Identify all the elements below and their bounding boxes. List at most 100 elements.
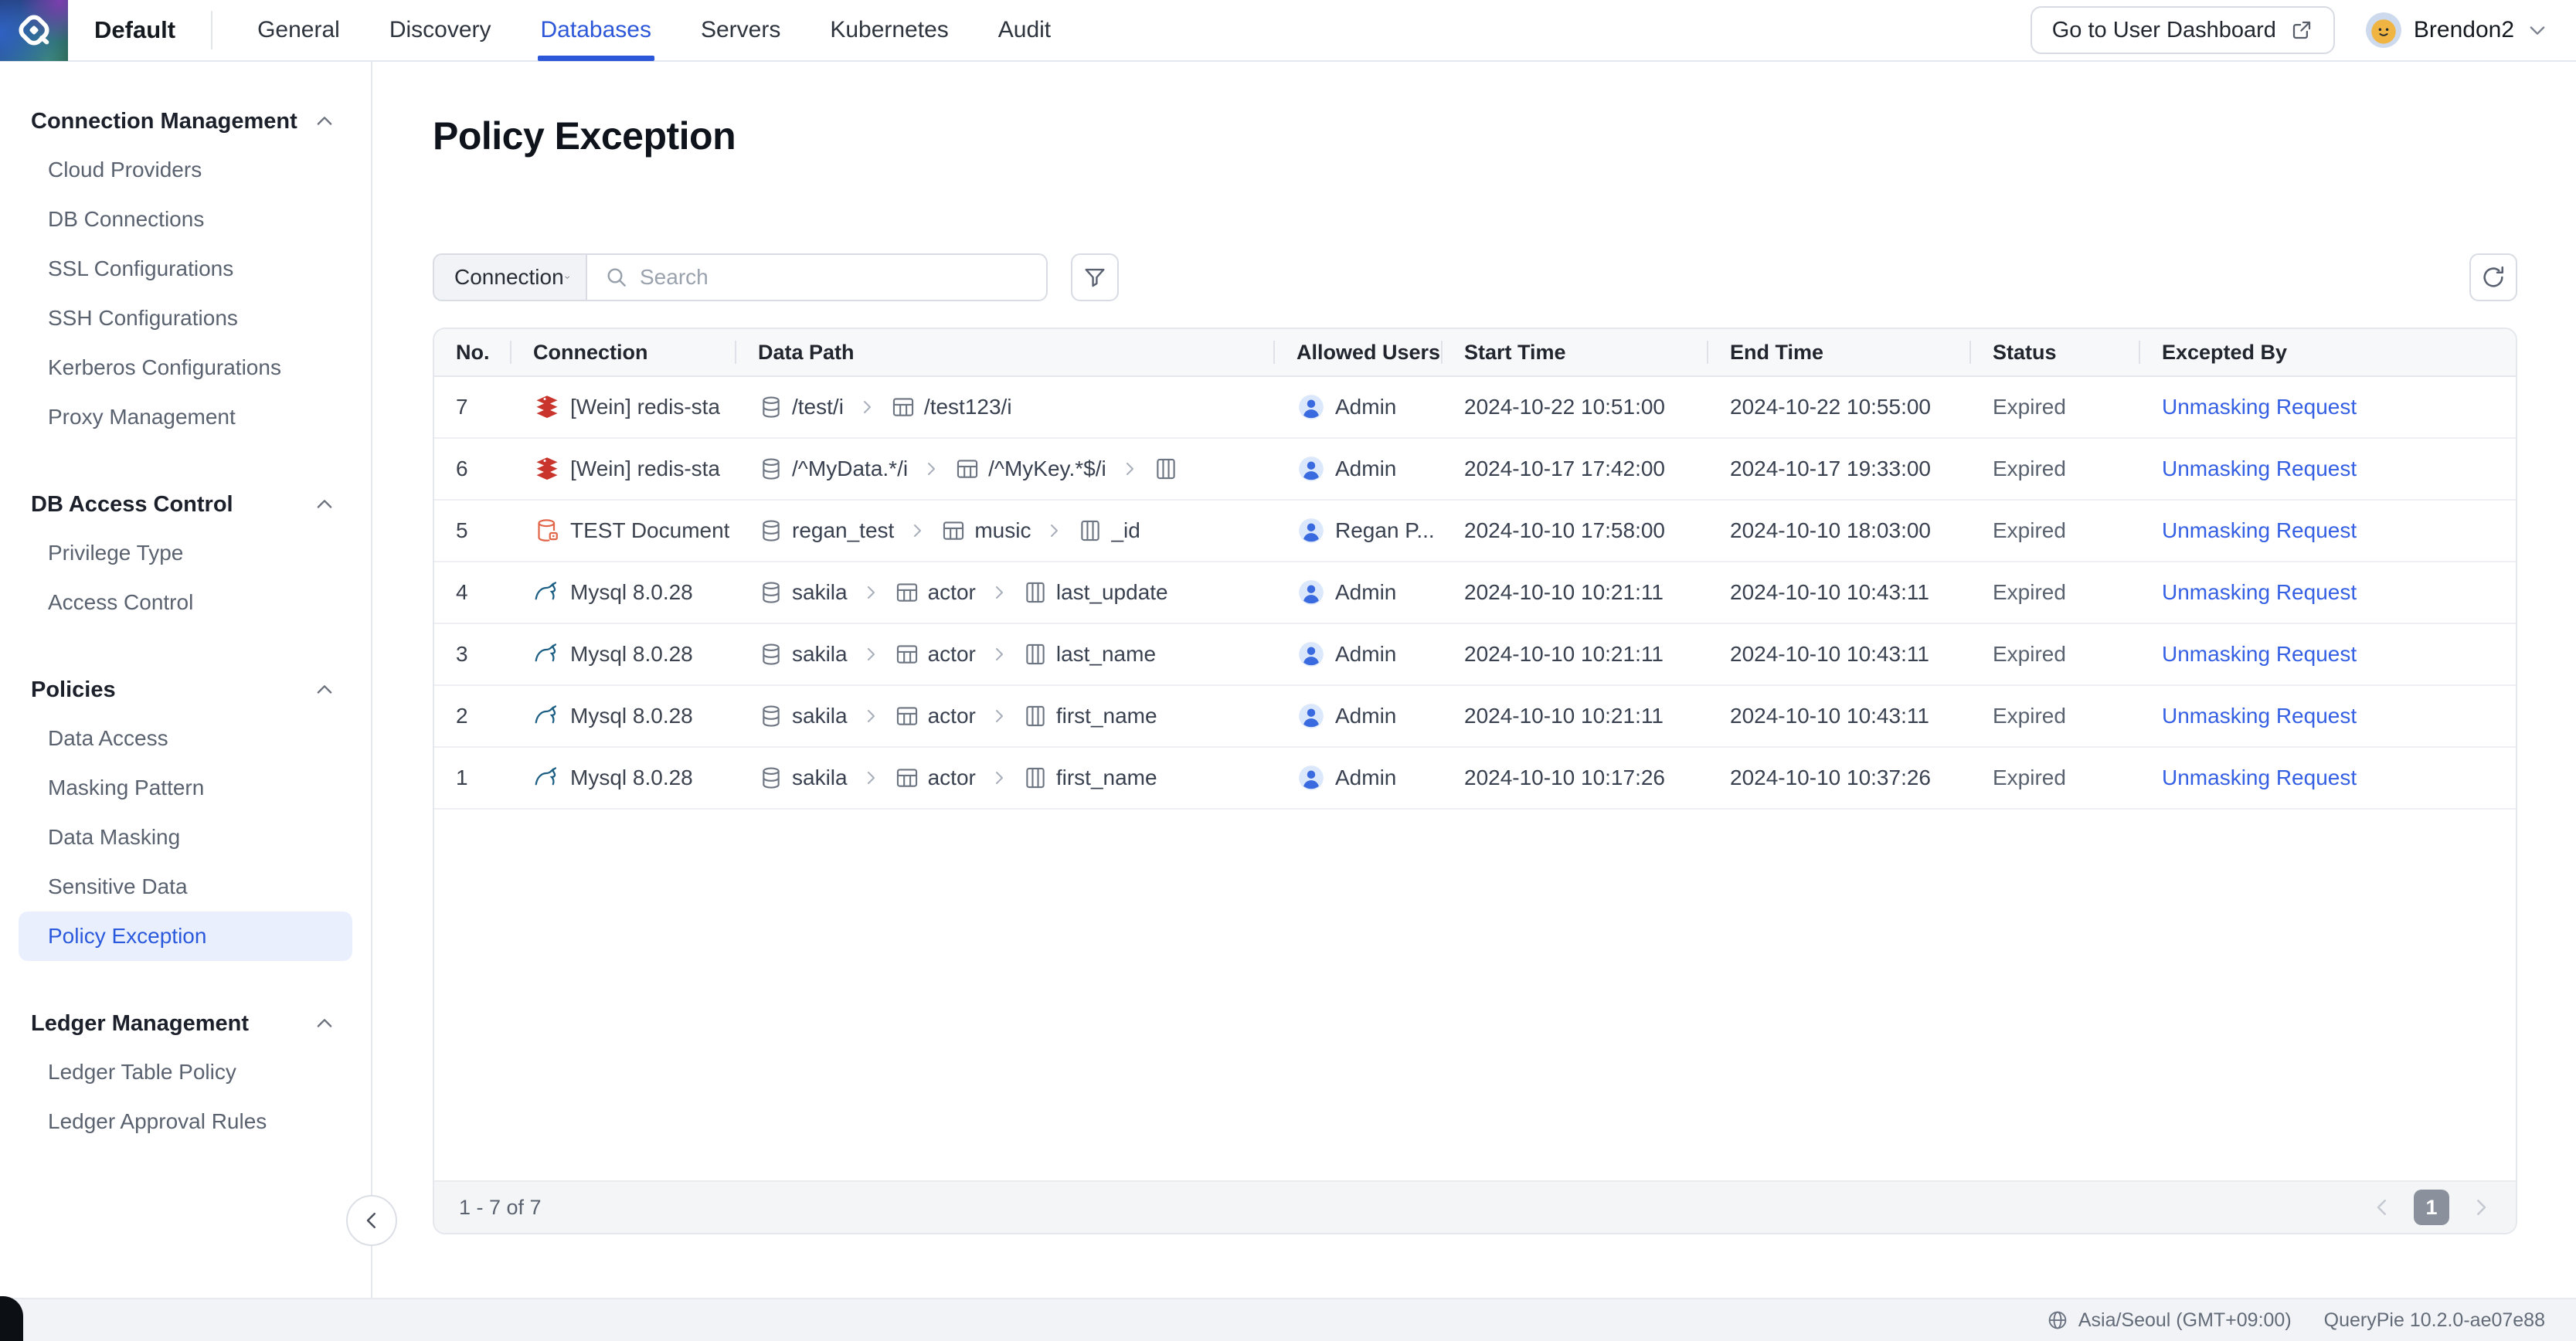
table-column-header: Excepted By bbox=[2140, 341, 2516, 365]
path-segment-icon bbox=[894, 641, 920, 667]
cell-status: Expired bbox=[1971, 704, 2140, 728]
sidebar-item[interactable]: SSH Configurations bbox=[19, 294, 352, 343]
table-row[interactable]: 1 Mysql 8.0.28 sakila actor first_name A… bbox=[434, 748, 2516, 810]
table-row[interactable]: 3 Mysql 8.0.28 sakila actor last_name Ad… bbox=[434, 624, 2516, 686]
cell-start-time: 2024-10-10 10:21:11 bbox=[1443, 580, 1708, 605]
sidebar-item[interactable]: Privilege Type bbox=[19, 528, 352, 578]
cell-excepted-by: Unmasking Request bbox=[2140, 518, 2516, 543]
pagination-next-icon[interactable] bbox=[2469, 1196, 2493, 1219]
sidebar-group-header[interactable]: Connection Management bbox=[0, 97, 371, 145]
data-path-segment: /test123/i bbox=[890, 394, 1012, 420]
connection-type-icon bbox=[533, 579, 561, 606]
data-path-segment: actor bbox=[894, 579, 976, 606]
nav-tab[interactable]: Kubernetes bbox=[830, 0, 948, 61]
path-segment-icon bbox=[1077, 518, 1103, 544]
table-row[interactable]: 7 [Wein] redis-sta /test/i /test123/i Ad… bbox=[434, 377, 2516, 439]
sidebar-item[interactable]: DB Connections bbox=[19, 195, 352, 244]
user-icon bbox=[1296, 701, 1326, 731]
sidebar-group: Ledger Management Ledger Table PolicyLed… bbox=[0, 1000, 371, 1146]
sidebar-group-title: Ledger Management bbox=[31, 1011, 249, 1037]
data-path-segment: sakila bbox=[758, 579, 848, 606]
app-logo[interactable] bbox=[0, 0, 68, 61]
table-row[interactable]: 4 Mysql 8.0.28 sakila actor last_update … bbox=[434, 562, 2516, 624]
search-input[interactable] bbox=[640, 265, 1029, 290]
sidebar-item[interactable]: Cloud Providers bbox=[19, 145, 352, 195]
chevron-up-icon bbox=[314, 110, 335, 132]
workspace-name: Default bbox=[94, 16, 175, 44]
unmasking-request-link[interactable]: Unmasking Request bbox=[2162, 580, 2357, 605]
sidebar-item[interactable]: Policy Exception bbox=[19, 912, 352, 961]
nav-tab[interactable]: Audit bbox=[998, 0, 1051, 61]
unmasking-request-link[interactable]: Unmasking Request bbox=[2162, 457, 2357, 481]
table-empty-space bbox=[434, 810, 2516, 1180]
unmasking-request-link[interactable]: Unmasking Request bbox=[2162, 766, 2357, 790]
path-segment-icon bbox=[940, 518, 967, 544]
nav-tab[interactable]: Servers bbox=[701, 0, 780, 61]
sidebar-item[interactable]: Ledger Table Policy bbox=[19, 1047, 352, 1097]
connection-type-icon bbox=[533, 702, 561, 730]
unmasking-request-link[interactable]: Unmasking Request bbox=[2162, 642, 2357, 667]
path-segment-icon bbox=[894, 765, 920, 791]
cell-end-time: 2024-10-17 19:33:00 bbox=[1708, 457, 1971, 481]
sidebar-item[interactable]: Proxy Management bbox=[19, 392, 352, 442]
cell-status: Expired bbox=[1971, 580, 2140, 605]
path-segment-icon bbox=[890, 394, 916, 420]
chevron-right-icon bbox=[1120, 460, 1139, 478]
sidebar-item[interactable]: Data Access bbox=[19, 714, 352, 763]
refresh-button[interactable] bbox=[2469, 253, 2517, 301]
cell-excepted-by: Unmasking Request bbox=[2140, 457, 2516, 481]
user-icon bbox=[1296, 516, 1326, 545]
data-path-segment: actor bbox=[894, 641, 976, 667]
pagination-page-1[interactable]: 1 bbox=[2414, 1190, 2449, 1225]
cell-no: 7 bbox=[434, 395, 511, 419]
cell-allowed-users: Admin bbox=[1275, 454, 1443, 484]
sidebar-item[interactable]: Kerberos Configurations bbox=[19, 343, 352, 392]
chevron-right-icon bbox=[861, 645, 880, 664]
sidebar-group-header[interactable]: DB Access Control bbox=[0, 480, 371, 528]
nav-tab[interactable]: Discovery bbox=[389, 0, 491, 61]
main-content: Policy Exception Connection No.Connectio… bbox=[372, 62, 2576, 1298]
cell-status: Expired bbox=[1971, 518, 2140, 543]
path-segment-icon bbox=[758, 703, 784, 729]
page-title: Policy Exception bbox=[433, 113, 2517, 159]
chevron-right-icon bbox=[990, 707, 1008, 725]
pagination-prev-icon[interactable] bbox=[2370, 1196, 2394, 1219]
sidebar-item[interactable]: Access Control bbox=[19, 578, 352, 627]
go-to-user-dashboard-button[interactable]: Go to User Dashboard bbox=[2031, 6, 2335, 54]
cell-status: Expired bbox=[1971, 642, 2140, 667]
filter-field-selector[interactable]: Connection bbox=[433, 253, 587, 301]
chevron-right-icon bbox=[922, 460, 940, 478]
path-segment-icon bbox=[758, 394, 784, 420]
user-menu[interactable]: Brendon2 bbox=[2366, 12, 2548, 48]
sidebar: Connection Management Cloud ProvidersDB … bbox=[0, 62, 372, 1298]
path-segment-icon bbox=[894, 703, 920, 729]
sidebar-group-header[interactable]: Ledger Management bbox=[0, 1000, 371, 1047]
sidebar-item[interactable]: SSL Configurations bbox=[19, 244, 352, 294]
cell-data-path: sakila actor first_name bbox=[736, 765, 1275, 791]
path-segment-icon bbox=[1022, 579, 1048, 606]
data-path-segment: /^MyData.*/i bbox=[758, 456, 908, 482]
cell-end-time: 2024-10-10 10:43:11 bbox=[1708, 704, 1971, 728]
table-body: 7 [Wein] redis-sta /test/i /test123/i Ad… bbox=[434, 377, 2516, 810]
unmasking-request-link[interactable]: Unmasking Request bbox=[2162, 395, 2357, 419]
table-row[interactable]: 2 Mysql 8.0.28 sakila actor first_name A… bbox=[434, 686, 2516, 748]
nav-tab[interactable]: Databases bbox=[541, 0, 651, 61]
advanced-filter-button[interactable] bbox=[1071, 253, 1119, 301]
status-footer: Asia/Seoul (GMT+09:00) QueryPie 10.2.0-a… bbox=[0, 1298, 2576, 1341]
unmasking-request-link[interactable]: Unmasking Request bbox=[2162, 518, 2357, 543]
sidebar-group-header[interactable]: Policies bbox=[0, 666, 371, 714]
cell-start-time: 2024-10-10 10:21:11 bbox=[1443, 704, 1708, 728]
unmasking-request-link[interactable]: Unmasking Request bbox=[2162, 704, 2357, 728]
cell-data-path: sakila actor last_update bbox=[736, 579, 1275, 606]
table-row[interactable]: 6 [Wein] redis-sta /^MyData.*/i /^MyKey.… bbox=[434, 439, 2516, 501]
data-path-segment: first_name bbox=[1022, 765, 1157, 791]
sidebar-collapse-button[interactable] bbox=[346, 1195, 397, 1246]
sidebar-item[interactable]: Ledger Approval Rules bbox=[19, 1097, 352, 1146]
refresh-icon bbox=[2480, 264, 2506, 290]
table-row[interactable]: 5 TEST Document regan_test music _id Reg… bbox=[434, 501, 2516, 562]
table-header-row: No.ConnectionData PathAllowed UsersStart… bbox=[434, 329, 2516, 377]
sidebar-item[interactable]: Sensitive Data bbox=[19, 862, 352, 912]
sidebar-item[interactable]: Masking Pattern bbox=[19, 763, 352, 813]
sidebar-item[interactable]: Data Masking bbox=[19, 813, 352, 862]
nav-tab[interactable]: General bbox=[257, 0, 340, 61]
